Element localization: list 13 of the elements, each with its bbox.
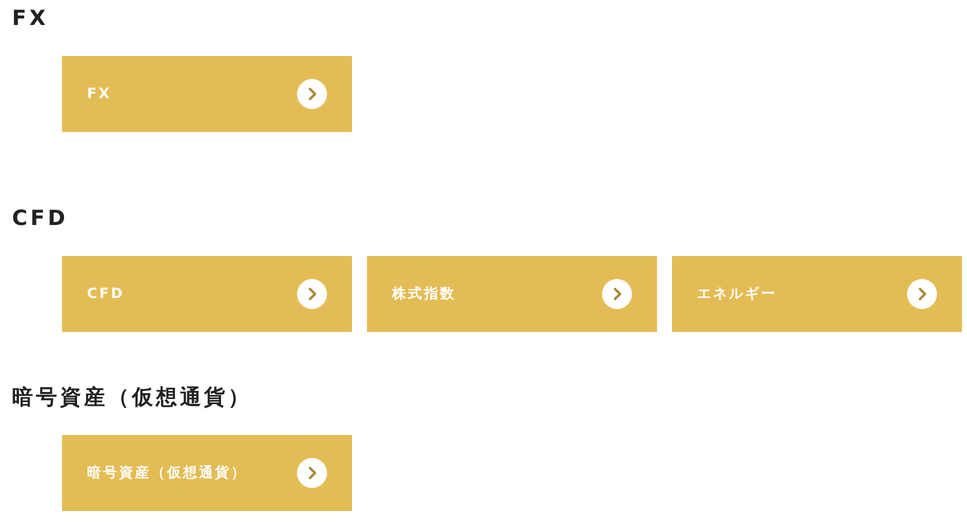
section-heading: 暗号資産（仮想通貨） (12, 384, 253, 411)
category-link[interactable]: CFD (62, 256, 352, 332)
chevron-right-icon (907, 279, 937, 309)
section-heading: FX (12, 5, 50, 32)
chevron-right-icon (297, 458, 327, 488)
chevron-right-icon (297, 279, 327, 309)
category-link[interactable]: FX (62, 56, 352, 132)
category-link[interactable]: 株式指数 (367, 256, 657, 332)
category-link[interactable]: エネルギー (672, 256, 962, 332)
section-heading: CFD (12, 205, 70, 232)
chevron-right-icon (297, 79, 327, 109)
chevron-right-icon (602, 279, 632, 309)
category-link[interactable]: 暗号資産（仮想通貨） (62, 435, 352, 511)
